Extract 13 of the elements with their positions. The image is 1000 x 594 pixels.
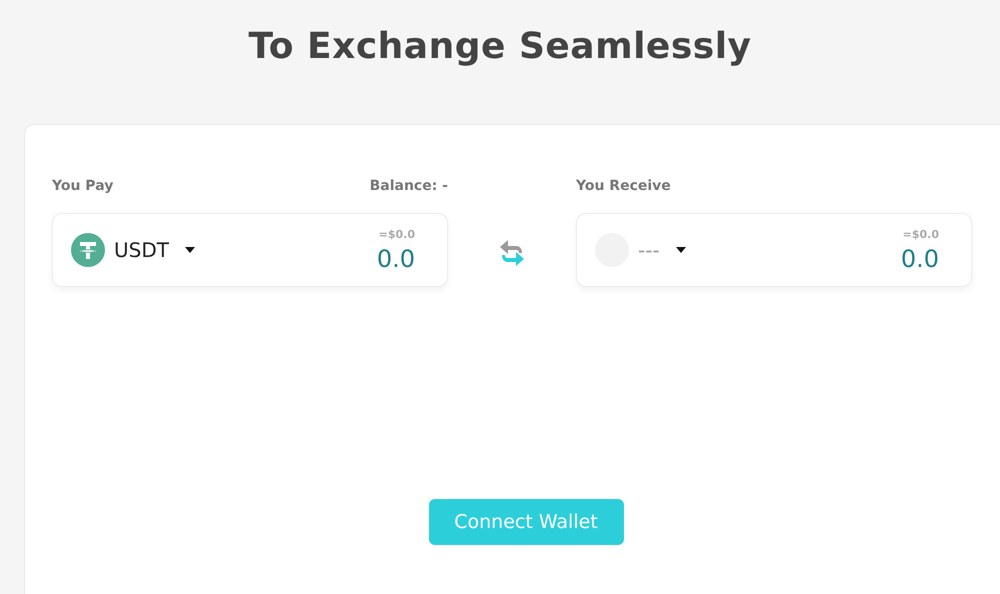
amount-value[interactable]: 0.0 [376,244,415,272]
you-pay-label: You Pay [52,178,114,194]
tether-coin-icon [71,233,105,267]
usd-value: =$0.0 [902,228,939,240]
token-symbol[interactable]: --- [638,238,660,262]
dropdown-caret-icon[interactable] [184,247,195,253]
usd-value: =$0.0 [378,228,415,240]
token-symbol[interactable]: USDT [114,238,169,262]
dropdown-caret-icon[interactable] [676,247,686,253]
amount-value[interactable]: 0.0 [900,244,939,272]
you-receive-label: You Receive [576,178,671,194]
page-title: To Exchange Seamlessly [247,25,753,69]
balance-label: Balance: - [370,178,448,194]
